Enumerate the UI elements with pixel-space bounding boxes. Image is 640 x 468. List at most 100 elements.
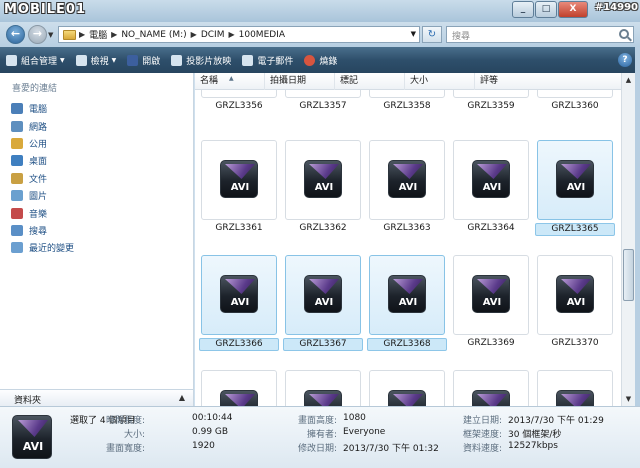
avi-file-icon: AVI [388, 160, 426, 198]
file-tile[interactable]: AVI GRZL3361 [201, 140, 277, 233]
nav-link-item[interactable]: 最近的變更 [11, 239, 74, 256]
address-row: ← → ▼ ▶ 電腦 ▶ NO_NAME (M:) ▶ DCIM ▶ 100ME… [0, 22, 640, 47]
detail-label: 框架速度: [462, 430, 502, 440]
vertical-scrollbar[interactable]: ▲ ▼ [621, 73, 635, 406]
detail-value: 30 個框架/秒 [508, 430, 562, 440]
file-tile[interactable]: AVI GRZL3367 [283, 255, 363, 351]
file-tile[interactable]: AVI [369, 370, 445, 406]
close-button[interactable]: X [558, 1, 588, 18]
chevron-right-icon[interactable]: ▶ [79, 30, 85, 39]
breadcrumb-drive[interactable]: NO_NAME (M:) [121, 30, 186, 40]
views-button[interactable]: 檢視 ▼ [75, 54, 116, 67]
file-tile[interactable]: AVI GRZL3363 [369, 140, 445, 233]
file-tile[interactable]: AVI GRZL3366 [199, 255, 279, 351]
thumbnail-frame: AVI [369, 255, 445, 335]
nav-link-item[interactable]: 公用 [11, 135, 74, 152]
scrollbar-thumb[interactable] [623, 249, 634, 301]
file-name: GRZL3362 [299, 223, 347, 233]
file-tile[interactable]: AVI [537, 370, 613, 406]
detail-label: 資料速度: [462, 444, 502, 454]
chevron-right-icon[interactable]: ▶ [111, 30, 117, 39]
site-logo: MOBILE01 [4, 2, 86, 17]
avi-file-icon: AVI [304, 275, 342, 313]
detail-value: 2013/7/30 下午 01:29 [508, 416, 604, 426]
file-tile[interactable]: AVI GRZL3370 [537, 255, 613, 348]
nav-link-icon [11, 242, 23, 254]
file-tile[interactable]: AVI GRZL3368 [367, 255, 447, 351]
breadcrumb-computer[interactable]: 電腦 [89, 28, 107, 41]
file-name: GRZL3364 [467, 223, 515, 233]
organize-button[interactable]: 組合管理 ▼ [6, 54, 65, 67]
file-tile[interactable]: AVI [201, 370, 277, 406]
maximize-button[interactable]: □ [535, 1, 557, 18]
chevron-right-icon[interactable]: ▶ [228, 30, 234, 39]
nav-link-item[interactable]: 圖片 [11, 187, 74, 204]
avi-file-icon: AVI [556, 390, 594, 406]
avi-file-icon: AVI [472, 160, 510, 198]
open-button[interactable]: 開啟 [127, 54, 160, 67]
detail-label: 畫面寬度: [105, 444, 145, 454]
thumbnail-frame: AVI [285, 370, 361, 406]
search-icon[interactable] [619, 29, 629, 39]
column-name[interactable]: 名稱 ▲ [195, 73, 265, 90]
detail-label: 建立日期: [462, 416, 502, 426]
sort-ascending-icon: ▲ [229, 75, 234, 82]
help-icon[interactable]: ? [618, 53, 632, 67]
column-size[interactable]: 大小 [405, 73, 475, 90]
column-rating[interactable]: 評等 [475, 73, 621, 90]
thumbnail-frame: AVI [285, 140, 361, 220]
avi-file-icon: AVI [388, 275, 426, 313]
back-button[interactable]: ← [6, 25, 25, 44]
history-dropdown-icon[interactable]: ▼ [48, 31, 53, 39]
nav-link-icon [11, 120, 23, 132]
breadcrumb-100media[interactable]: 100MEDIA [239, 30, 285, 40]
nav-link-item[interactable]: 桌面 [11, 152, 74, 169]
thumbnail-frame: AVI [537, 140, 613, 220]
nav-link-item[interactable]: 搜尋 [11, 222, 74, 239]
nav-link-item[interactable]: 音樂 [11, 204, 74, 221]
scroll-up-arrow-icon[interactable]: ▲ [622, 73, 635, 87]
scroll-down-arrow-icon[interactable]: ▼ [622, 392, 635, 406]
nav-link-item[interactable]: 文件 [11, 170, 74, 187]
avi-file-icon: AVI [388, 390, 426, 406]
burn-button[interactable]: 燒錄 [304, 54, 337, 67]
refresh-button[interactable]: ↻ [422, 26, 442, 43]
nav-link-icon [11, 190, 23, 202]
avi-file-icon: AVI [12, 415, 52, 459]
column-tags[interactable]: 標記 [335, 73, 405, 90]
search-input[interactable]: 搜尋 [446, 26, 634, 43]
file-tile[interactable]: AVI GRZL3369 [453, 255, 529, 348]
nav-link-label: 圖片 [29, 192, 48, 203]
file-tile[interactable]: AVI GRZL3365 [535, 140, 615, 236]
navigation-pane: 喜愛的連結 電腦 網路 公用 桌面 文件 圖片 音樂 搜尋 最近的變更 資料夾 ▲ [0, 73, 194, 406]
folders-bar[interactable]: 資料夾 ▲ [0, 389, 193, 406]
media-player-icon [127, 54, 139, 66]
file-name: GRZL3368 [367, 338, 447, 351]
avi-file-icon: AVI [220, 275, 258, 313]
file-tile[interactable]: AVI [453, 370, 529, 406]
address-bar[interactable]: ▶ 電腦 ▶ NO_NAME (M:) ▶ DCIM ▶ 100MEDIA ▼ [58, 26, 420, 43]
watermark: #14990 [594, 2, 638, 13]
avi-file-icon: AVI [472, 390, 510, 406]
column-date-taken[interactable]: 拍攝日期 [265, 73, 335, 90]
thumbnail-frame: AVI [201, 255, 277, 335]
email-button[interactable]: 電子郵件 [242, 54, 293, 67]
breadcrumb-dcim[interactable]: DCIM [201, 30, 225, 40]
file-tile[interactable]: AVI [285, 370, 361, 406]
nav-link-label: 最近的變更 [29, 244, 75, 255]
nav-link-label: 公用 [29, 139, 48, 150]
nav-link-icon [11, 207, 23, 219]
file-name: GRZL3369 [467, 338, 515, 348]
chevron-right-icon[interactable]: ▶ [191, 30, 197, 39]
slideshow-button[interactable]: 投影片放映 [171, 54, 231, 67]
file-tile[interactable]: AVI GRZL3364 [453, 140, 529, 233]
avi-file-icon: AVI [304, 160, 342, 198]
forward-button[interactable]: → [28, 25, 47, 44]
avi-file-icon: AVI [220, 160, 258, 198]
file-tile[interactable]: AVI GRZL3362 [285, 140, 361, 233]
chevron-up-icon[interactable]: ▲ [179, 393, 185, 402]
minimize-button[interactable]: _ [512, 1, 534, 18]
nav-link-item[interactable]: 電腦 [11, 100, 74, 117]
chevron-down-icon[interactable]: ▼ [411, 30, 416, 38]
nav-link-item[interactable]: 網路 [11, 117, 74, 134]
